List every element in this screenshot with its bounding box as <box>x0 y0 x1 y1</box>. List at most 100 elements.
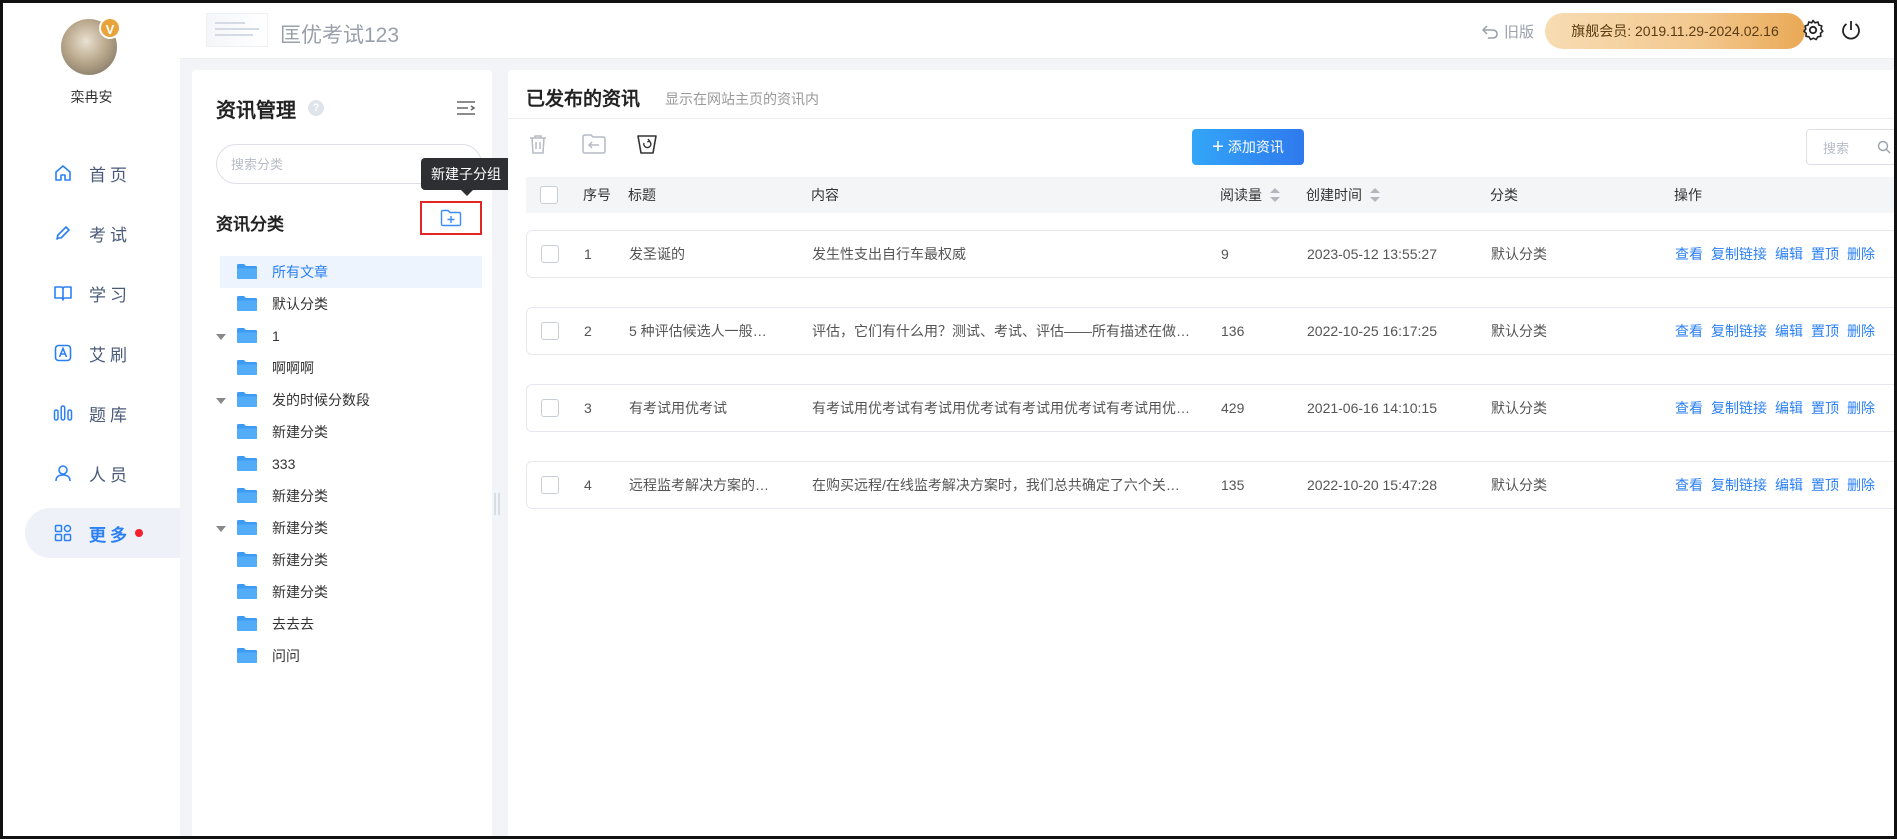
tree-item[interactable]: 默认分类 <box>220 288 482 320</box>
category-tree: 所有文章 默认分类 1 啊啊啊 发的时候分数段 新建分类 333 新建分类 新建分类 新建分类 新建… <box>216 256 482 672</box>
tree-item[interactable]: 新建分类 <box>216 512 482 544</box>
column-created-label: 创建时间 <box>1306 187 1362 203</box>
logout-button[interactable] <box>1839 18 1863 42</box>
collapse-menu-icon[interactable] <box>456 100 476 118</box>
recycle-toolbar-button[interactable] <box>635 132 661 158</box>
user-name: 栾冉安 <box>70 89 113 105</box>
checkbox-box <box>540 186 558 204</box>
delete-link[interactable]: 删除 <box>1847 462 1875 508</box>
row-checkbox[interactable] <box>541 245 559 263</box>
folder-icon <box>236 455 258 471</box>
tree-item[interactable]: 新建分类 <box>220 416 482 448</box>
view-link[interactable]: 查看 <box>1675 462 1703 508</box>
row-checkbox[interactable] <box>541 322 559 340</box>
edit-link[interactable]: 编辑 <box>1775 308 1803 354</box>
book-icon <box>53 283 73 303</box>
delete-link[interactable]: 删除 <box>1847 385 1875 431</box>
pin-link[interactable]: 置顶 <box>1811 231 1839 277</box>
vip-badge: V <box>99 17 121 39</box>
tree-item[interactable]: 去去去 <box>220 608 482 640</box>
copy-link-link[interactable]: 复制链接 <box>1711 385 1767 431</box>
column-created[interactable]: 创建时间 <box>1306 177 1380 213</box>
nav-item-people[interactable]: 人员 <box>25 448 180 498</box>
table-row[interactable]: 1 发圣诞的 发生性支出自行车最权威 9 2023-05-12 13:55:27 默认分类… <box>526 230 1894 278</box>
nav-item-home[interactable]: 首页 <box>25 148 180 198</box>
table-row[interactable]: 2 5 种评估候选人一般认… 评估，它们有什么用？测试、考试、评估——所有描述在做…… <box>526 307 1894 355</box>
a-box-icon <box>53 343 73 363</box>
new-subgroup-button[interactable] <box>420 201 482 235</box>
tree-item[interactable]: 新建分类 <box>220 480 482 512</box>
divider <box>508 118 1894 119</box>
tree-item-label: 新建分类 <box>272 520 328 536</box>
plus-icon: + <box>1212 136 1224 158</box>
add-news-button[interactable]: + 添加资讯 <box>1192 129 1304 165</box>
caret-down-icon[interactable] <box>216 398 226 404</box>
column-content: 内容 <box>811 187 839 203</box>
view-link[interactable]: 查看 <box>1675 231 1703 277</box>
table-row[interactable]: 3 有考试用优考试 有考试用优考试有考试用优考试有考试用优考试有考试用优… 429 20… <box>526 384 1894 432</box>
copy-link-link[interactable]: 复制链接 <box>1711 462 1767 508</box>
select-all-checkbox[interactable] <box>540 186 558 204</box>
edit-link[interactable]: 编辑 <box>1775 385 1803 431</box>
cell-title: 有考试用优考试 <box>629 400 727 416</box>
pin-link[interactable]: 置顶 <box>1811 308 1839 354</box>
row-checkbox[interactable] <box>541 399 559 417</box>
delete-link[interactable]: 删除 <box>1847 231 1875 277</box>
tree-item-label: 发的时候分数段 <box>272 392 370 408</box>
nav-item-exam[interactable]: 考试 <box>25 208 180 258</box>
search-placeholder: 搜索 <box>1823 140 1850 156</box>
cell-content: 发生性支出自行车最权威 <box>812 246 966 262</box>
edit-link[interactable]: 编辑 <box>1775 462 1803 508</box>
trash-icon <box>526 135 550 159</box>
old-version-label: 旧版 <box>1504 24 1535 41</box>
folder-icon <box>236 391 258 407</box>
panel-resize-handle[interactable] <box>494 493 500 515</box>
caret-down-icon[interactable] <box>216 526 226 532</box>
column-title: 标题 <box>628 187 656 203</box>
tree-item[interactable]: 问问 <box>220 640 482 672</box>
tree-item[interactable]: 所有文章 <box>220 256 482 288</box>
copy-link-link[interactable]: 复制链接 <box>1711 308 1767 354</box>
news-search-input[interactable]: 搜索 <box>1806 129 1894 165</box>
table-row[interactable]: 4 远程监考解决方案的… 在购买远程/在线监考解决方案时，我们总共确定了六个关… 13… <box>526 461 1894 509</box>
delete-link[interactable]: 删除 <box>1847 308 1875 354</box>
tree-item[interactable]: 啊啊啊 <box>220 352 482 384</box>
pen-icon <box>53 223 73 243</box>
edit-link[interactable]: 编辑 <box>1775 231 1803 277</box>
row-actions: 查看 复制链接 编辑 置顶 删除 <box>1675 308 1883 354</box>
view-link[interactable]: 查看 <box>1675 385 1703 431</box>
cell-title: 发圣诞的 <box>629 246 685 262</box>
row-checkbox[interactable] <box>541 476 559 494</box>
cell-reads: 136 <box>1221 323 1245 339</box>
tree-item[interactable]: 新建分类 <box>220 576 482 608</box>
old-version-link[interactable]: 旧版 <box>1482 21 1534 42</box>
cell-category: 默认分类 <box>1491 400 1547 416</box>
help-icon[interactable]: ? <box>308 100 324 116</box>
tree-item[interactable]: 1 <box>216 320 482 352</box>
nav-item-practice[interactable]: 艾刷 <box>25 328 180 378</box>
page-subtitle: 显示在网站主页的资讯内 <box>665 91 819 107</box>
tree-item[interactable]: 333 <box>220 448 482 480</box>
nav-item-study[interactable]: 学习 <box>25 268 180 318</box>
settings-button[interactable] <box>1801 18 1825 42</box>
view-link[interactable]: 查看 <box>1675 308 1703 354</box>
column-reads[interactable]: 阅读量 <box>1220 177 1280 213</box>
column-index: 序号 <box>583 187 611 203</box>
member-badge[interactable]: 旗舰会员: 2019.11.29-2024.02.16 <box>1545 13 1805 49</box>
delete-toolbar-button[interactable] <box>526 132 552 158</box>
nav-item-question-bank[interactable]: 题库 <box>25 388 180 438</box>
notification-dot <box>135 529 143 537</box>
nav-item-more[interactable]: 更多 <box>25 508 180 558</box>
row-actions: 查看 复制链接 编辑 置顶 删除 <box>1675 462 1883 508</box>
copy-link-link[interactable]: 复制链接 <box>1711 231 1767 277</box>
folder-icon <box>236 519 258 535</box>
row-actions: 查看 复制链接 编辑 置顶 删除 <box>1675 385 1883 431</box>
pin-link[interactable]: 置顶 <box>1811 462 1839 508</box>
tree-item[interactable]: 发的时候分数段 <box>216 384 482 416</box>
caret-down-icon[interactable] <box>216 334 226 340</box>
tree-item-label: 新建分类 <box>272 424 328 440</box>
tree-item[interactable]: 新建分类 <box>220 544 482 576</box>
move-toolbar-button[interactable] <box>581 132 607 158</box>
folder-move-icon <box>581 134 607 159</box>
pin-link[interactable]: 置顶 <box>1811 385 1839 431</box>
